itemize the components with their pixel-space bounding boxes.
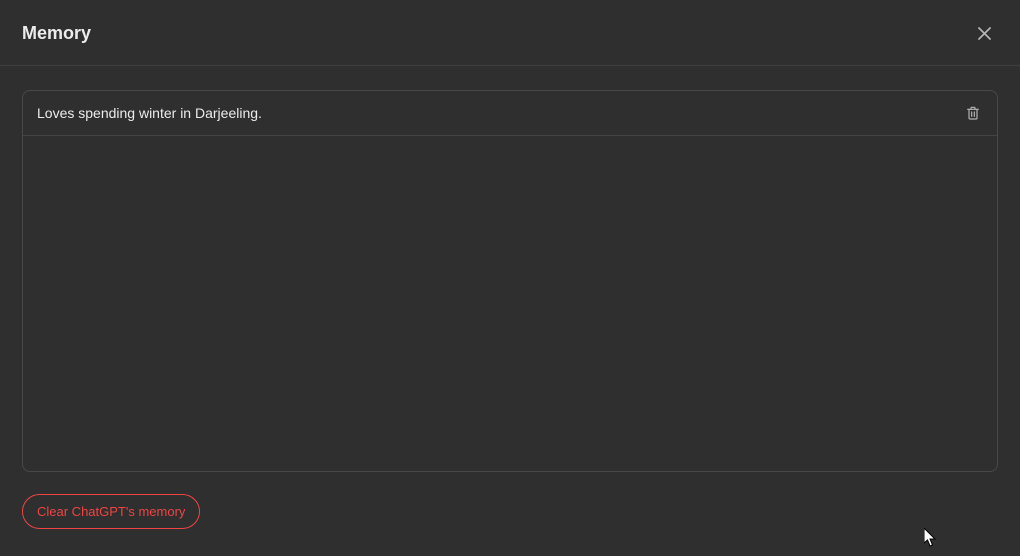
close-icon	[975, 24, 994, 43]
memory-text: Loves spending winter in Darjeeling.	[37, 105, 262, 121]
close-button[interactable]	[971, 20, 998, 47]
trash-icon	[965, 105, 981, 121]
memory-list: Loves spending winter in Darjeeling.	[22, 90, 998, 472]
modal-footer: Clear ChatGPT's memory	[0, 472, 1020, 529]
mouse-cursor	[924, 528, 940, 548]
modal-title: Memory	[22, 23, 91, 44]
modal-header: Memory	[0, 0, 1020, 66]
modal-content: Loves spending winter in Darjeeling.	[0, 66, 1020, 472]
delete-memory-button[interactable]	[963, 103, 983, 123]
clear-memory-button[interactable]: Clear ChatGPT's memory	[22, 494, 200, 529]
memory-item: Loves spending winter in Darjeeling.	[23, 91, 997, 136]
